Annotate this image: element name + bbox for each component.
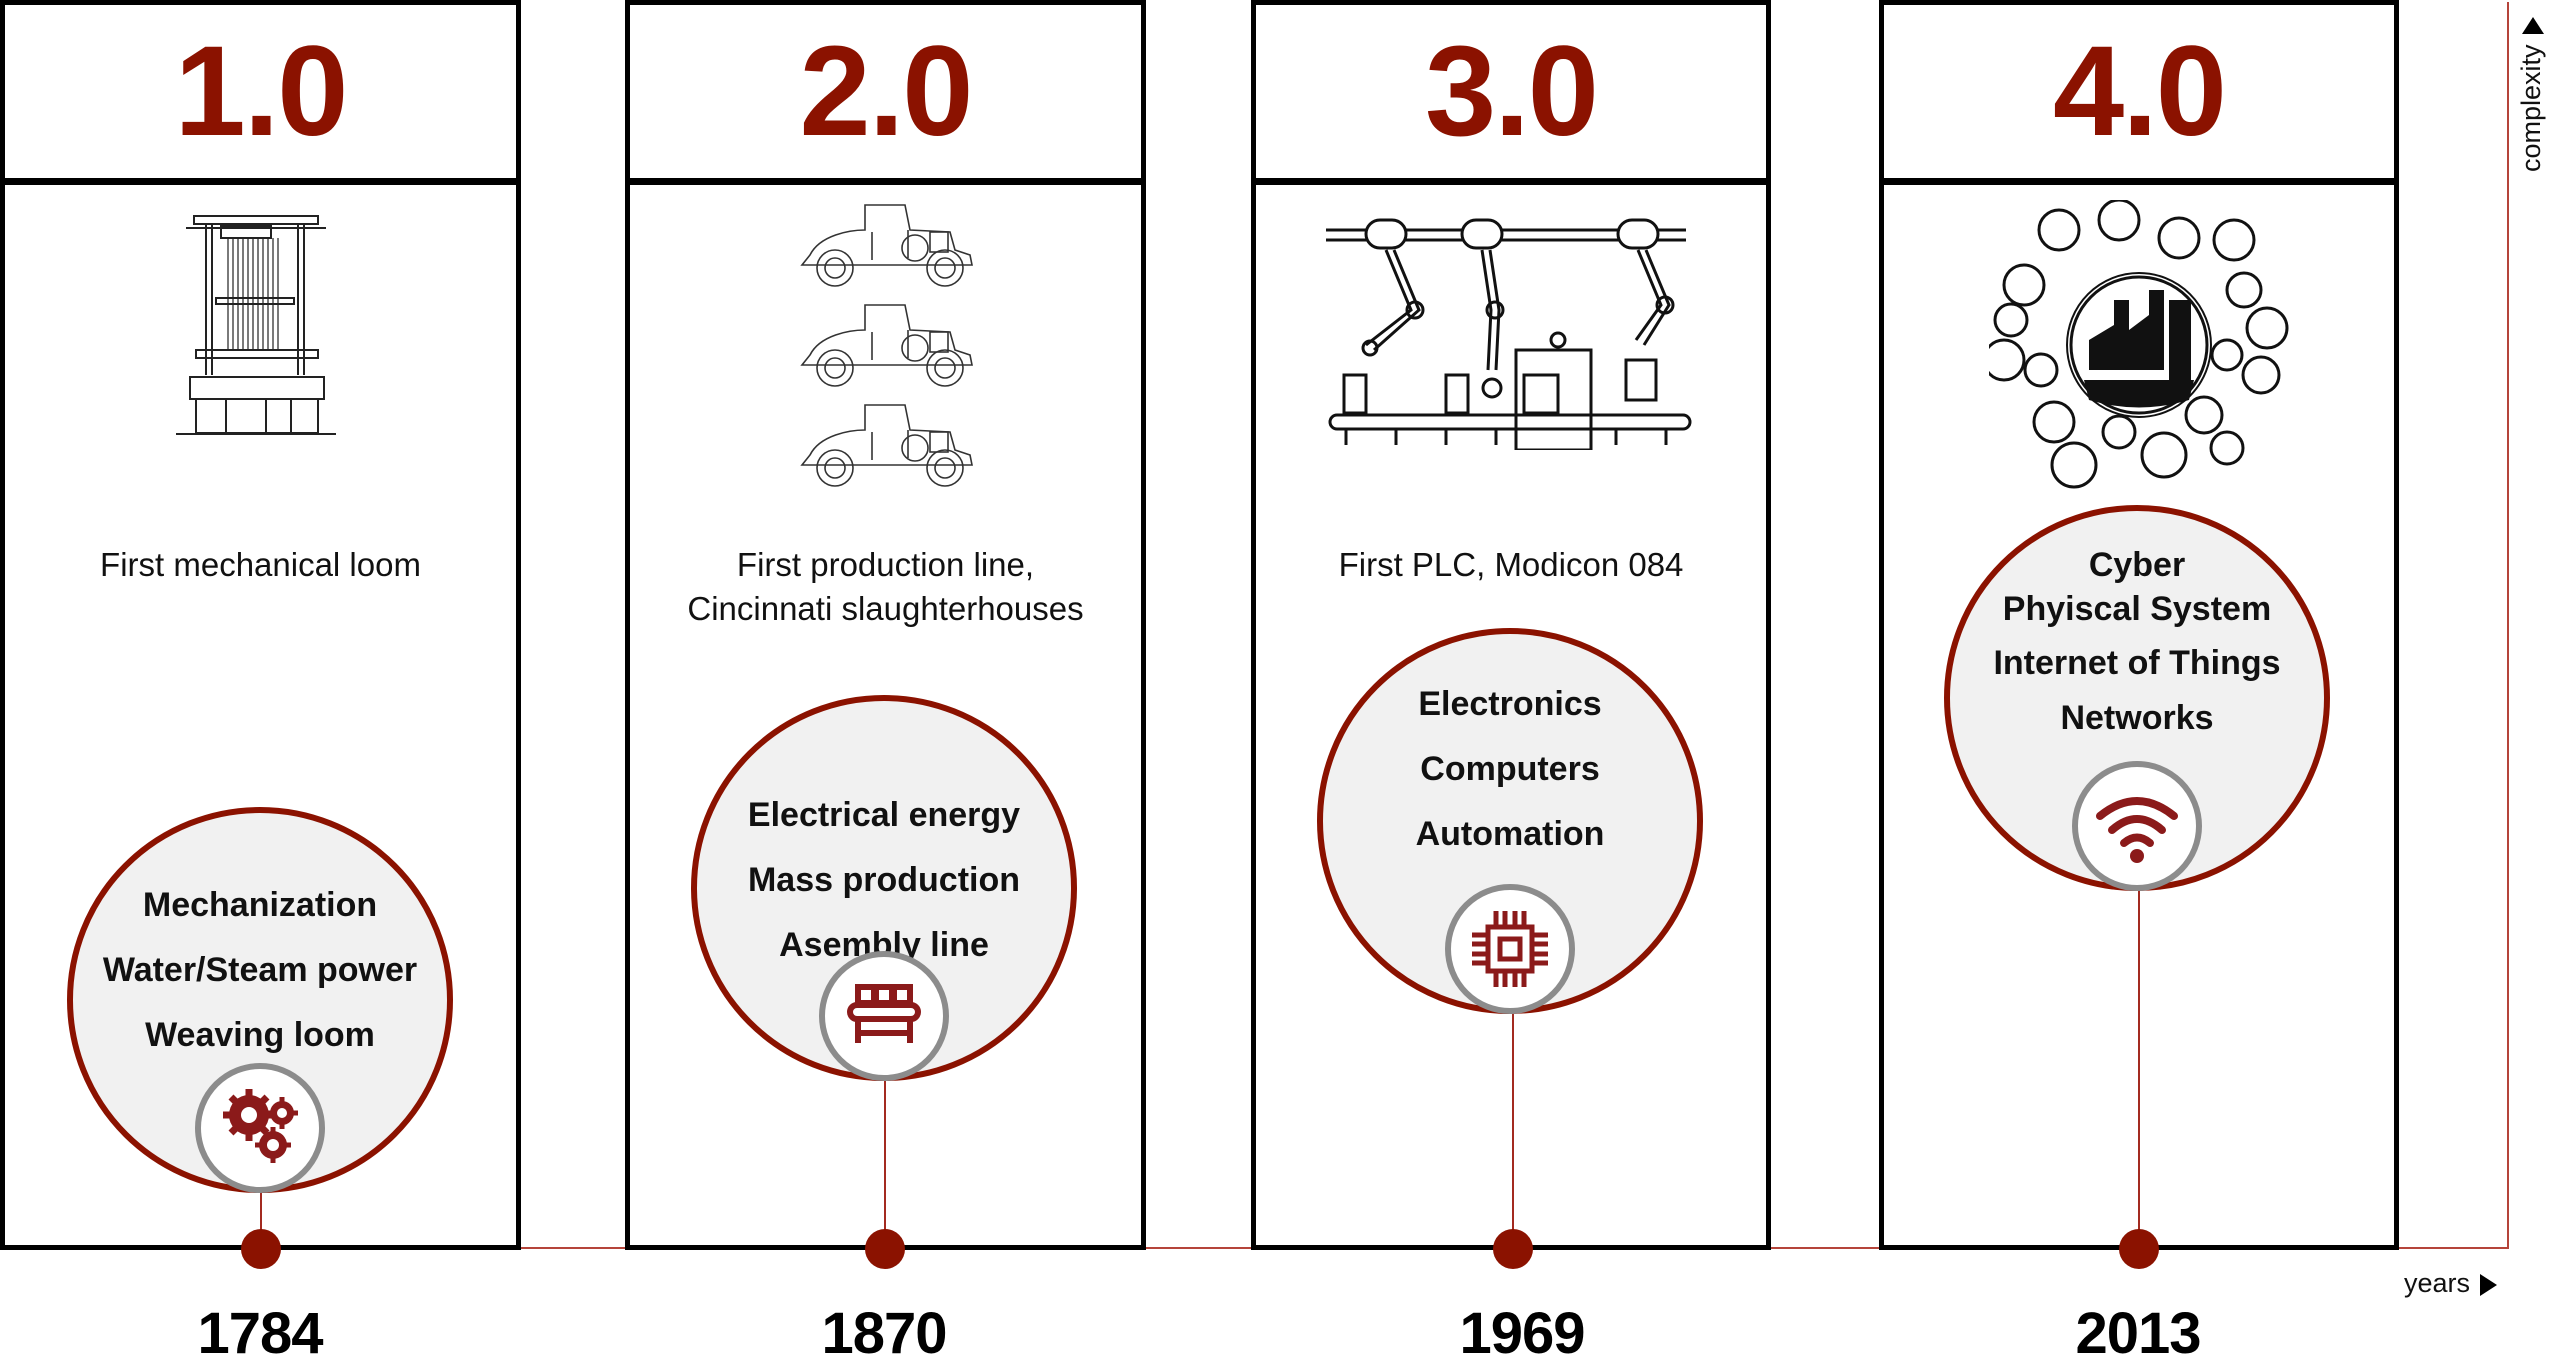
timeline-dot-1870 bbox=[865, 1229, 905, 1269]
vintage-cars-illustration bbox=[630, 190, 1141, 490]
era-panel-3: 3.0 First PLC, Modicon 084 bbox=[1251, 0, 1771, 1250]
smart-factory-network-icon bbox=[1989, 200, 2289, 489]
timeline-dot-2013 bbox=[2119, 1229, 2159, 1269]
bubble-line: Weaving loom bbox=[145, 1016, 375, 1054]
bubble-line: Internet of Things bbox=[1993, 644, 2281, 682]
bubble-line: Water/Steam power bbox=[102, 951, 418, 989]
era-description: First PLC, Modicon 084 bbox=[1256, 543, 1766, 587]
year-label: 2013 bbox=[2075, 1301, 2201, 1366]
description-line: First production line, bbox=[736, 546, 1035, 583]
bubble-line: Electrical energy bbox=[747, 796, 1021, 834]
y-axis-label-text: complexity bbox=[2516, 44, 2546, 172]
bubble-line: Phyiscal System bbox=[2002, 590, 2272, 628]
timeline-dot-1969 bbox=[1493, 1229, 1533, 1269]
era-header: 3.0 bbox=[1256, 5, 1766, 185]
robot-arms-icon bbox=[1326, 218, 1692, 450]
loom-icon bbox=[175, 215, 336, 435]
microchip-icon bbox=[1472, 911, 1548, 987]
gears-badge bbox=[195, 1063, 325, 1193]
arrow-right-icon bbox=[2480, 1273, 2498, 1296]
bubble-line: Computers bbox=[1420, 750, 1600, 788]
description-line: Cincinnati slaughterhouses bbox=[687, 590, 1084, 627]
year-label: 1784 bbox=[197, 1301, 323, 1366]
year-label: 1870 bbox=[821, 1301, 947, 1366]
bubble-line: Electronics bbox=[1418, 685, 1602, 723]
era-version: 1.0 bbox=[174, 19, 349, 163]
year-label: 1969 bbox=[1459, 1301, 1585, 1366]
conveyor-belt-icon bbox=[847, 984, 921, 1043]
cars-icon bbox=[800, 204, 973, 487]
connector-line bbox=[884, 1081, 886, 1250]
wifi-icon bbox=[2096, 797, 2178, 863]
smart-factory-illustration bbox=[1884, 200, 2394, 490]
bubble-line: Mass production bbox=[747, 861, 1021, 899]
bubble-line: Mechanization bbox=[142, 886, 378, 924]
conveyor-badge bbox=[819, 951, 949, 1081]
y-axis-label: complexity bbox=[2516, 17, 2547, 172]
x-axis-label: years bbox=[2404, 1268, 2498, 1299]
era-bubble-1: Mechanization Water/Steam power Weaving … bbox=[67, 807, 453, 1193]
wifi-badge bbox=[2072, 761, 2202, 891]
description-line: First mechanical loom bbox=[100, 546, 421, 583]
connector-line bbox=[2138, 891, 2140, 1250]
era-bubble-4: Cyber Phyiscal System Internet of Things… bbox=[1944, 505, 2330, 891]
bubble-line: Cyber bbox=[2088, 546, 2186, 584]
era-header: 1.0 bbox=[5, 5, 516, 185]
era-header: 4.0 bbox=[1884, 5, 2394, 185]
complexity-axis bbox=[2507, 2, 2509, 1249]
arrow-up-icon bbox=[2521, 17, 2544, 35]
era-bubble-2: Electrical energy Mass production Asembl… bbox=[691, 695, 1077, 1081]
robotic-assembly-illustration bbox=[1256, 210, 1766, 450]
x-axis-label-text: years bbox=[2404, 1268, 2471, 1298]
era-version: 3.0 bbox=[1425, 19, 1599, 163]
era-description: First mechanical loom bbox=[5, 543, 516, 587]
mechanical-loom-illustration bbox=[5, 210, 516, 440]
bubble-line: Automation bbox=[1415, 815, 1605, 853]
description-line: First PLC, Modicon 084 bbox=[1338, 546, 1684, 583]
timeline-dot-1784 bbox=[241, 1229, 281, 1269]
gears-icon bbox=[223, 1089, 298, 1163]
era-header: 2.0 bbox=[630, 5, 1141, 185]
era-version: 2.0 bbox=[799, 19, 974, 163]
era-bubble-3: Electronics Computers Automation bbox=[1317, 628, 1703, 1014]
era-version: 4.0 bbox=[2053, 19, 2227, 163]
bubble-line: Networks bbox=[2060, 699, 2214, 737]
connector-line bbox=[1512, 1014, 1514, 1250]
era-description: First production line, Cincinnati slaugh… bbox=[630, 543, 1141, 631]
microchip-badge bbox=[1445, 884, 1575, 1014]
